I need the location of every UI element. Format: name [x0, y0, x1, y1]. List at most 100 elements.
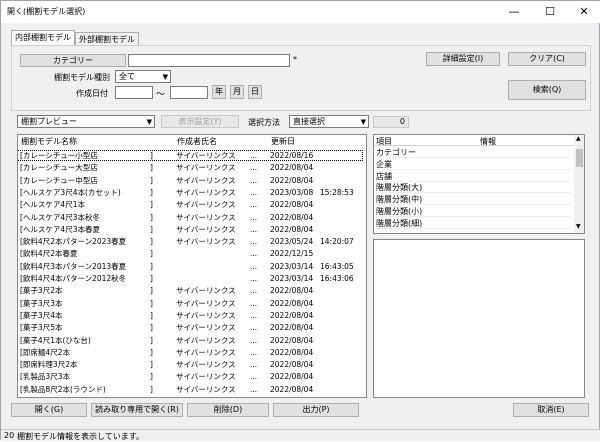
author-ellipsis: ... [250, 151, 258, 160]
updated-date: 2022/08/04 [270, 384, 314, 394]
scroll-thumb[interactable] [576, 149, 583, 167]
author-name: サイバーリンクス [176, 298, 236, 308]
selected-count: 0 [373, 116, 409, 128]
output-button[interactable]: 出力(P) [273, 403, 359, 417]
author-ellipsis: ... [250, 274, 258, 283]
search-button[interactable]: 検索(Q) [508, 80, 586, 100]
column-header-author[interactable]: 作成者氏名 [174, 135, 272, 148]
info-row[interactable]: 階層分類(小) [376, 206, 572, 217]
updated-date: 2022/08/04 [270, 347, 314, 357]
updated-date: 2022/08/04 [270, 310, 314, 320]
maximize-button[interactable]: ☐ [533, 1, 567, 23]
model-name-bracket: ] [150, 224, 153, 234]
info-row[interactable]: 階層分類(細) [376, 218, 572, 229]
model-name: [飲料4尺2本春夏 [20, 249, 78, 259]
table-row[interactable]: [即席料理3尺2本] サイバーリンクス... 2022/08/04 [18, 360, 362, 369]
author-name: サイバーリンクス [176, 175, 236, 185]
model-type-select[interactable]: 全て ▼ [115, 70, 171, 83]
updated-date: 2022/08/04 [270, 175, 314, 185]
column-header-updated[interactable]: 更新日 [268, 135, 366, 148]
category-button[interactable]: カテゴリー [20, 54, 126, 67]
author-name: サイバーリンクス [176, 187, 236, 197]
info-row[interactable]: 階層分類(中) [376, 194, 572, 206]
model-type-value: 全て [119, 72, 135, 81]
month-button[interactable]: 月 [230, 85, 244, 99]
category-field[interactable] [128, 54, 290, 67]
date-from-field[interactable] [115, 86, 153, 99]
info-row[interactable]: カテゴリー [376, 147, 572, 158]
table-row[interactable]: [菓子3尺2本] サイバーリンクス... 2022/08/04 [18, 286, 362, 295]
tab-internal-models[interactable]: 内部棚割モデル [11, 30, 75, 46]
table-row[interactable]: [菓子3尺5本] サイバーリンクス... 2022/08/04 [18, 323, 362, 332]
updated-date: 2022/08/04 [270, 212, 314, 222]
column-header-name[interactable]: 棚割モデル名称 [18, 135, 178, 148]
table-row[interactable]: [ヘルスケア4尺1本] サイバーリンクス... 2022/08/04 [18, 200, 362, 209]
selection-method-select[interactable]: 直接選択 ▼ [289, 115, 369, 128]
info-rows: カテゴリー 企業 店舗 階層分類(大) 階層分類(中) 階層分類(小) 階層分類(細) [374, 147, 574, 233]
info-row[interactable]: 階層分類(大) [376, 182, 572, 194]
year-button[interactable]: 年 [212, 85, 226, 99]
author-ellipsis: ... [250, 261, 258, 271]
updated-time: 16:43:06 [320, 274, 354, 283]
info-row[interactable]: 店舗 [376, 171, 572, 182]
scroll-down-icon[interactable]: ▼ [576, 223, 581, 230]
table-row[interactable]: [即席麺4尺2本] サイバーリンクス... 2022/08/04 [18, 348, 362, 357]
updated-date: 2023/05/24 [270, 237, 314, 247]
author-ellipsis: ... [250, 224, 258, 234]
cancel-button[interactable]: 取消(E) [513, 403, 589, 417]
table-row[interactable]: [カレーシチュー小型店] サイバーリンクス... 2022/08/16 [18, 149, 363, 162]
updated-date: 2022/08/04 [270, 224, 314, 234]
updated-date: 2022/08/04 [270, 323, 314, 333]
author-ellipsis: ... [250, 286, 258, 296]
info-header-value: 情報 [480, 137, 496, 146]
close-button[interactable]: ✕ [567, 1, 600, 23]
info-scrollbar[interactable]: ▲ ▼ [574, 135, 584, 233]
table-row[interactable]: [飲料4尺3本パターン2013春夏]... 2023/03/14 16:43:05 [18, 262, 362, 271]
table-row[interactable]: [ヘルスケア4尺3本春夏] サイバーリンクス... 2022/08/04 [18, 225, 362, 234]
table-row[interactable]: [ヘルスケア3尺4本(カセット)] サイバーリンクス... 2023/03/08 15… [18, 188, 362, 197]
date-to-field[interactable] [170, 86, 208, 99]
table-row[interactable]: [菓子4尺1本(ひな台)] サイバーリンクス... 2022/08/04 [18, 336, 362, 345]
open-readonly-button[interactable]: 読み取り専用で開く(R) [91, 403, 183, 417]
preview-settings-button[interactable]: 表示設定(Y) [161, 115, 239, 128]
model-type-label: 棚割モデル種別 [54, 73, 110, 82]
day-button[interactable]: 日 [248, 85, 262, 99]
table-row[interactable]: [乳製品3尺3本] サイバーリンクス... 2022/08/04 [18, 372, 362, 381]
author-name: サイバーリンクス [176, 335, 236, 345]
preview-area [373, 239, 585, 398]
author-name: サイバーリンクス [176, 384, 236, 394]
updated-date: 2023/03/08 [270, 187, 314, 197]
table-row[interactable]: [飲料4尺2本春夏]... 2022/12/15 [18, 249, 362, 258]
table-row[interactable]: [カレーシチュー中型店] サイバーリンクス... 2022/08/04 [18, 176, 362, 185]
table-row[interactable]: [飲料4尺4本パターン2012秋冬]... 2023/03/14 16:43:06 [18, 274, 362, 283]
updated-date: 2022/08/04 [270, 163, 314, 173]
author-ellipsis: ... [250, 237, 258, 247]
minimize-button[interactable]: — [497, 1, 531, 23]
open-button[interactable]: 開く(G) [11, 403, 87, 417]
delete-button[interactable]: 削除(D) [187, 403, 269, 417]
model-name-bracket: ] [150, 261, 153, 271]
model-name: [菓子4尺1本(ひな台) [20, 335, 91, 345]
table-row[interactable]: [ヘルスケア4尺3本秋冬] サイバーリンクス... 2022/08/04 [18, 213, 362, 222]
author-ellipsis: ... [250, 298, 258, 308]
info-row[interactable]: 企業 [376, 159, 572, 170]
scroll-up-icon[interactable]: ▲ [576, 135, 581, 142]
category-required-mark: * [293, 55, 297, 64]
model-list[interactable]: 棚割モデル名称 作成者氏名 更新日 [カレーシチュー小型店] サイバーリンクス..… [17, 134, 367, 398]
clear-button[interactable]: クリア(C) [508, 52, 586, 66]
table-row[interactable]: [菓子3尺3本] サイバーリンクス... 2022/08/04 [18, 299, 362, 308]
updated-date: 2022/08/04 [270, 298, 314, 308]
table-row[interactable]: [乳製品8尺2本(ラウンド)] サイバーリンクス... 2022/08/04 [18, 385, 362, 394]
author-name: サイバーリンクス [176, 151, 236, 160]
model-name: [即席料理3尺2本 [20, 360, 78, 370]
detail-settings-button[interactable]: 詳細設定(I) [426, 52, 500, 66]
author-name: サイバーリンクス [176, 372, 236, 382]
author-ellipsis: ... [250, 384, 258, 394]
table-row[interactable]: [カレーシチュー大型店] サイバーリンクス... 2022/08/04 [18, 163, 362, 172]
tab-external-models[interactable]: 外部棚割モデル [75, 32, 139, 46]
model-name: [カレーシチュー小型店 [20, 151, 98, 160]
table-row[interactable]: [菓子3尺4本] サイバーリンクス... 2022/08/04 [18, 311, 362, 320]
table-row[interactable]: [飲料4尺2本パターン2023春夏] サイバーリンクス... 2023/05/24 1… [18, 237, 362, 246]
model-name-bracket: ] [150, 360, 153, 370]
preview-select[interactable]: 棚割プレビュー ▼ [17, 115, 155, 128]
